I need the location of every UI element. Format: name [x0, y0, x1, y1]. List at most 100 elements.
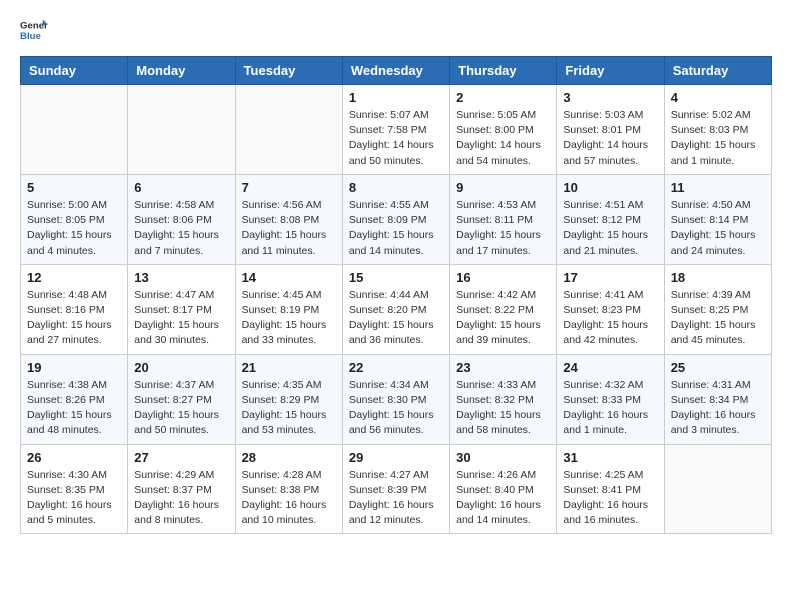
day-of-week-header: Saturday [664, 57, 771, 85]
calendar-cell: 18Sunrise: 4:39 AM Sunset: 8:25 PM Dayli… [664, 264, 771, 354]
day-info: Sunrise: 4:44 AM Sunset: 8:20 PM Dayligh… [349, 288, 443, 349]
calendar-cell: 29 Sunrise: 4:27 AM Sunset: 8:39 PM Dayli… [342, 444, 449, 534]
calendar-cell: 6 Sunrise: 4:58 AM Sunset: 8:06 PM Daylig… [128, 174, 235, 264]
day-number: 22 [349, 360, 443, 375]
day-info: Sunrise: 4:39 AM Sunset: 8:25 PM Dayligh… [671, 288, 765, 349]
calendar-cell: 30 Sunrise: 4:26 AM Sunset: 8:40 PM Dayli… [450, 444, 557, 534]
calendar-cell: 20Sunrise: 4:37 AM Sunset: 8:27 PM Dayli… [128, 354, 235, 444]
day-number: 25 [671, 360, 765, 375]
calendar-cell: 13 Sunrise: 4:47 AM Sunset: 8:17 PM Dayli… [128, 264, 235, 354]
day-number: 11 [671, 180, 765, 195]
calendar-cell: 23 Sunrise: 4:33 AM Sunset: 8:32 PM Dayli… [450, 354, 557, 444]
day-number: 14 [242, 270, 336, 285]
calendar-cell: 17 Sunrise: 4:41 AM Sunset: 8:23 PM Dayli… [557, 264, 664, 354]
calendar-cell: 28 Sunrise: 4:28 AM Sunset: 8:38 PM Dayli… [235, 444, 342, 534]
day-number: 4 [671, 90, 765, 105]
calendar-cell: 31 Sunrise: 4:25 AM Sunset: 8:41 PM Dayli… [557, 444, 664, 534]
day-number: 31 [563, 450, 657, 465]
day-info: Sunrise: 4:33 AM Sunset: 8:32 PM Dayligh… [456, 378, 550, 439]
day-number: 29 [349, 450, 443, 465]
day-number: 13 [134, 270, 228, 285]
day-info: Sunrise: 4:51 AM Sunset: 8:12 PM Dayligh… [563, 198, 657, 259]
day-info: Sunrise: 4:58 AM Sunset: 8:06 PM Dayligh… [134, 198, 228, 259]
calendar-cell: 11 Sunrise: 4:50 AM Sunset: 8:14 PM Dayli… [664, 174, 771, 264]
day-info: Sunrise: 4:41 AM Sunset: 8:23 PM Dayligh… [563, 288, 657, 349]
day-info: Sunrise: 4:38 AM Sunset: 8:26 PM Dayligh… [27, 378, 121, 439]
day-info: Sunrise: 5:00 AM Sunset: 8:05 PM Dayligh… [27, 198, 121, 259]
day-number: 24 [563, 360, 657, 375]
day-info: Sunrise: 4:50 AM Sunset: 8:14 PM Dayligh… [671, 198, 765, 259]
calendar-week-row: 26 Sunrise: 4:30 AM Sunset: 8:35 PM Dayli… [21, 444, 772, 534]
day-info: Sunrise: 4:37 AM Sunset: 8:27 PM Dayligh… [134, 378, 228, 439]
calendar-cell: 4 Sunrise: 5:02 AM Sunset: 8:03 PM Daylig… [664, 85, 771, 175]
calendar-cell: 26 Sunrise: 4:30 AM Sunset: 8:35 PM Dayli… [21, 444, 128, 534]
day-info: Sunrise: 4:47 AM Sunset: 8:17 PM Dayligh… [134, 288, 228, 349]
calendar-cell: 22 Sunrise: 4:34 AM Sunset: 8:30 PM Dayli… [342, 354, 449, 444]
day-of-week-header: Thursday [450, 57, 557, 85]
day-info: Sunrise: 4:42 AM Sunset: 8:22 PM Dayligh… [456, 288, 550, 349]
day-info: Sunrise: 5:02 AM Sunset: 8:03 PM Dayligh… [671, 108, 765, 169]
day-number: 15 [349, 270, 443, 285]
day-number: 28 [242, 450, 336, 465]
day-info: Sunrise: 4:55 AM Sunset: 8:09 PM Dayligh… [349, 198, 443, 259]
day-info: Sunrise: 4:27 AM Sunset: 8:39 PM Dayligh… [349, 468, 443, 529]
day-info: Sunrise: 4:32 AM Sunset: 8:33 PM Dayligh… [563, 378, 657, 439]
calendar-cell [664, 444, 771, 534]
day-number: 16 [456, 270, 550, 285]
calendar-week-row: 1Sunrise: 5:07 AM Sunset: 7:58 PM Daylig… [21, 85, 772, 175]
day-number: 23 [456, 360, 550, 375]
calendar-cell: 7 Sunrise: 4:56 AM Sunset: 8:08 PM Daylig… [235, 174, 342, 264]
day-info: Sunrise: 4:28 AM Sunset: 8:38 PM Dayligh… [242, 468, 336, 529]
logo-icon: General Blue [20, 16, 48, 44]
day-info: Sunrise: 5:03 AM Sunset: 8:01 PM Dayligh… [563, 108, 657, 169]
day-number: 7 [242, 180, 336, 195]
calendar-week-row: 19 Sunrise: 4:38 AM Sunset: 8:26 PM Dayli… [21, 354, 772, 444]
calendar-cell: 21 Sunrise: 4:35 AM Sunset: 8:29 PM Dayli… [235, 354, 342, 444]
day-number: 2 [456, 90, 550, 105]
day-number: 9 [456, 180, 550, 195]
calendar-cell: 9 Sunrise: 4:53 AM Sunset: 8:11 PM Daylig… [450, 174, 557, 264]
day-info: Sunrise: 4:30 AM Sunset: 8:35 PM Dayligh… [27, 468, 121, 529]
logo: General Blue [20, 16, 48, 44]
day-info: Sunrise: 4:29 AM Sunset: 8:37 PM Dayligh… [134, 468, 228, 529]
day-number: 3 [563, 90, 657, 105]
calendar-cell: 10 Sunrise: 4:51 AM Sunset: 8:12 PM Dayli… [557, 174, 664, 264]
day-number: 21 [242, 360, 336, 375]
day-number: 19 [27, 360, 121, 375]
day-info: Sunrise: 4:53 AM Sunset: 8:11 PM Dayligh… [456, 198, 550, 259]
page-header: General Blue [20, 16, 772, 44]
calendar-cell: 27 Sunrise: 4:29 AM Sunset: 8:37 PM Dayli… [128, 444, 235, 534]
day-info: Sunrise: 4:48 AM Sunset: 8:16 PM Dayligh… [27, 288, 121, 349]
calendar-table: SundayMondayTuesdayWednesdayThursdayFrid… [20, 56, 772, 534]
day-of-week-header: Friday [557, 57, 664, 85]
day-number: 6 [134, 180, 228, 195]
calendar-cell [128, 85, 235, 175]
day-number: 17 [563, 270, 657, 285]
day-info: Sunrise: 4:31 AM Sunset: 8:34 PM Dayligh… [671, 378, 765, 439]
day-number: 10 [563, 180, 657, 195]
day-number: 26 [27, 450, 121, 465]
day-info: Sunrise: 4:34 AM Sunset: 8:30 PM Dayligh… [349, 378, 443, 439]
calendar-header-row: SundayMondayTuesdayWednesdayThursdayFrid… [21, 57, 772, 85]
day-info: Sunrise: 4:56 AM Sunset: 8:08 PM Dayligh… [242, 198, 336, 259]
day-number: 30 [456, 450, 550, 465]
calendar-cell: 24 Sunrise: 4:32 AM Sunset: 8:33 PM Dayli… [557, 354, 664, 444]
day-number: 5 [27, 180, 121, 195]
day-of-week-header: Monday [128, 57, 235, 85]
calendar-cell: 15 Sunrise: 4:44 AM Sunset: 8:20 PM Dayli… [342, 264, 449, 354]
day-info: Sunrise: 4:26 AM Sunset: 8:40 PM Dayligh… [456, 468, 550, 529]
day-info: Sunrise: 4:35 AM Sunset: 8:29 PM Dayligh… [242, 378, 336, 439]
day-info: Sunrise: 4:25 AM Sunset: 8:41 PM Dayligh… [563, 468, 657, 529]
calendar-cell: 12 Sunrise: 4:48 AM Sunset: 8:16 PM Dayli… [21, 264, 128, 354]
calendar-week-row: 12 Sunrise: 4:48 AM Sunset: 8:16 PM Dayli… [21, 264, 772, 354]
day-of-week-header: Tuesday [235, 57, 342, 85]
day-info: Sunrise: 5:05 AM Sunset: 8:00 PM Dayligh… [456, 108, 550, 169]
day-info: Sunrise: 4:45 AM Sunset: 8:19 PM Dayligh… [242, 288, 336, 349]
day-number: 8 [349, 180, 443, 195]
day-number: 12 [27, 270, 121, 285]
day-number: 27 [134, 450, 228, 465]
calendar-cell: 25 Sunrise: 4:31 AM Sunset: 8:34 PM Dayli… [664, 354, 771, 444]
calendar-cell: 2 Sunrise: 5:05 AM Sunset: 8:00 PM Daylig… [450, 85, 557, 175]
day-of-week-header: Sunday [21, 57, 128, 85]
calendar-cell [21, 85, 128, 175]
